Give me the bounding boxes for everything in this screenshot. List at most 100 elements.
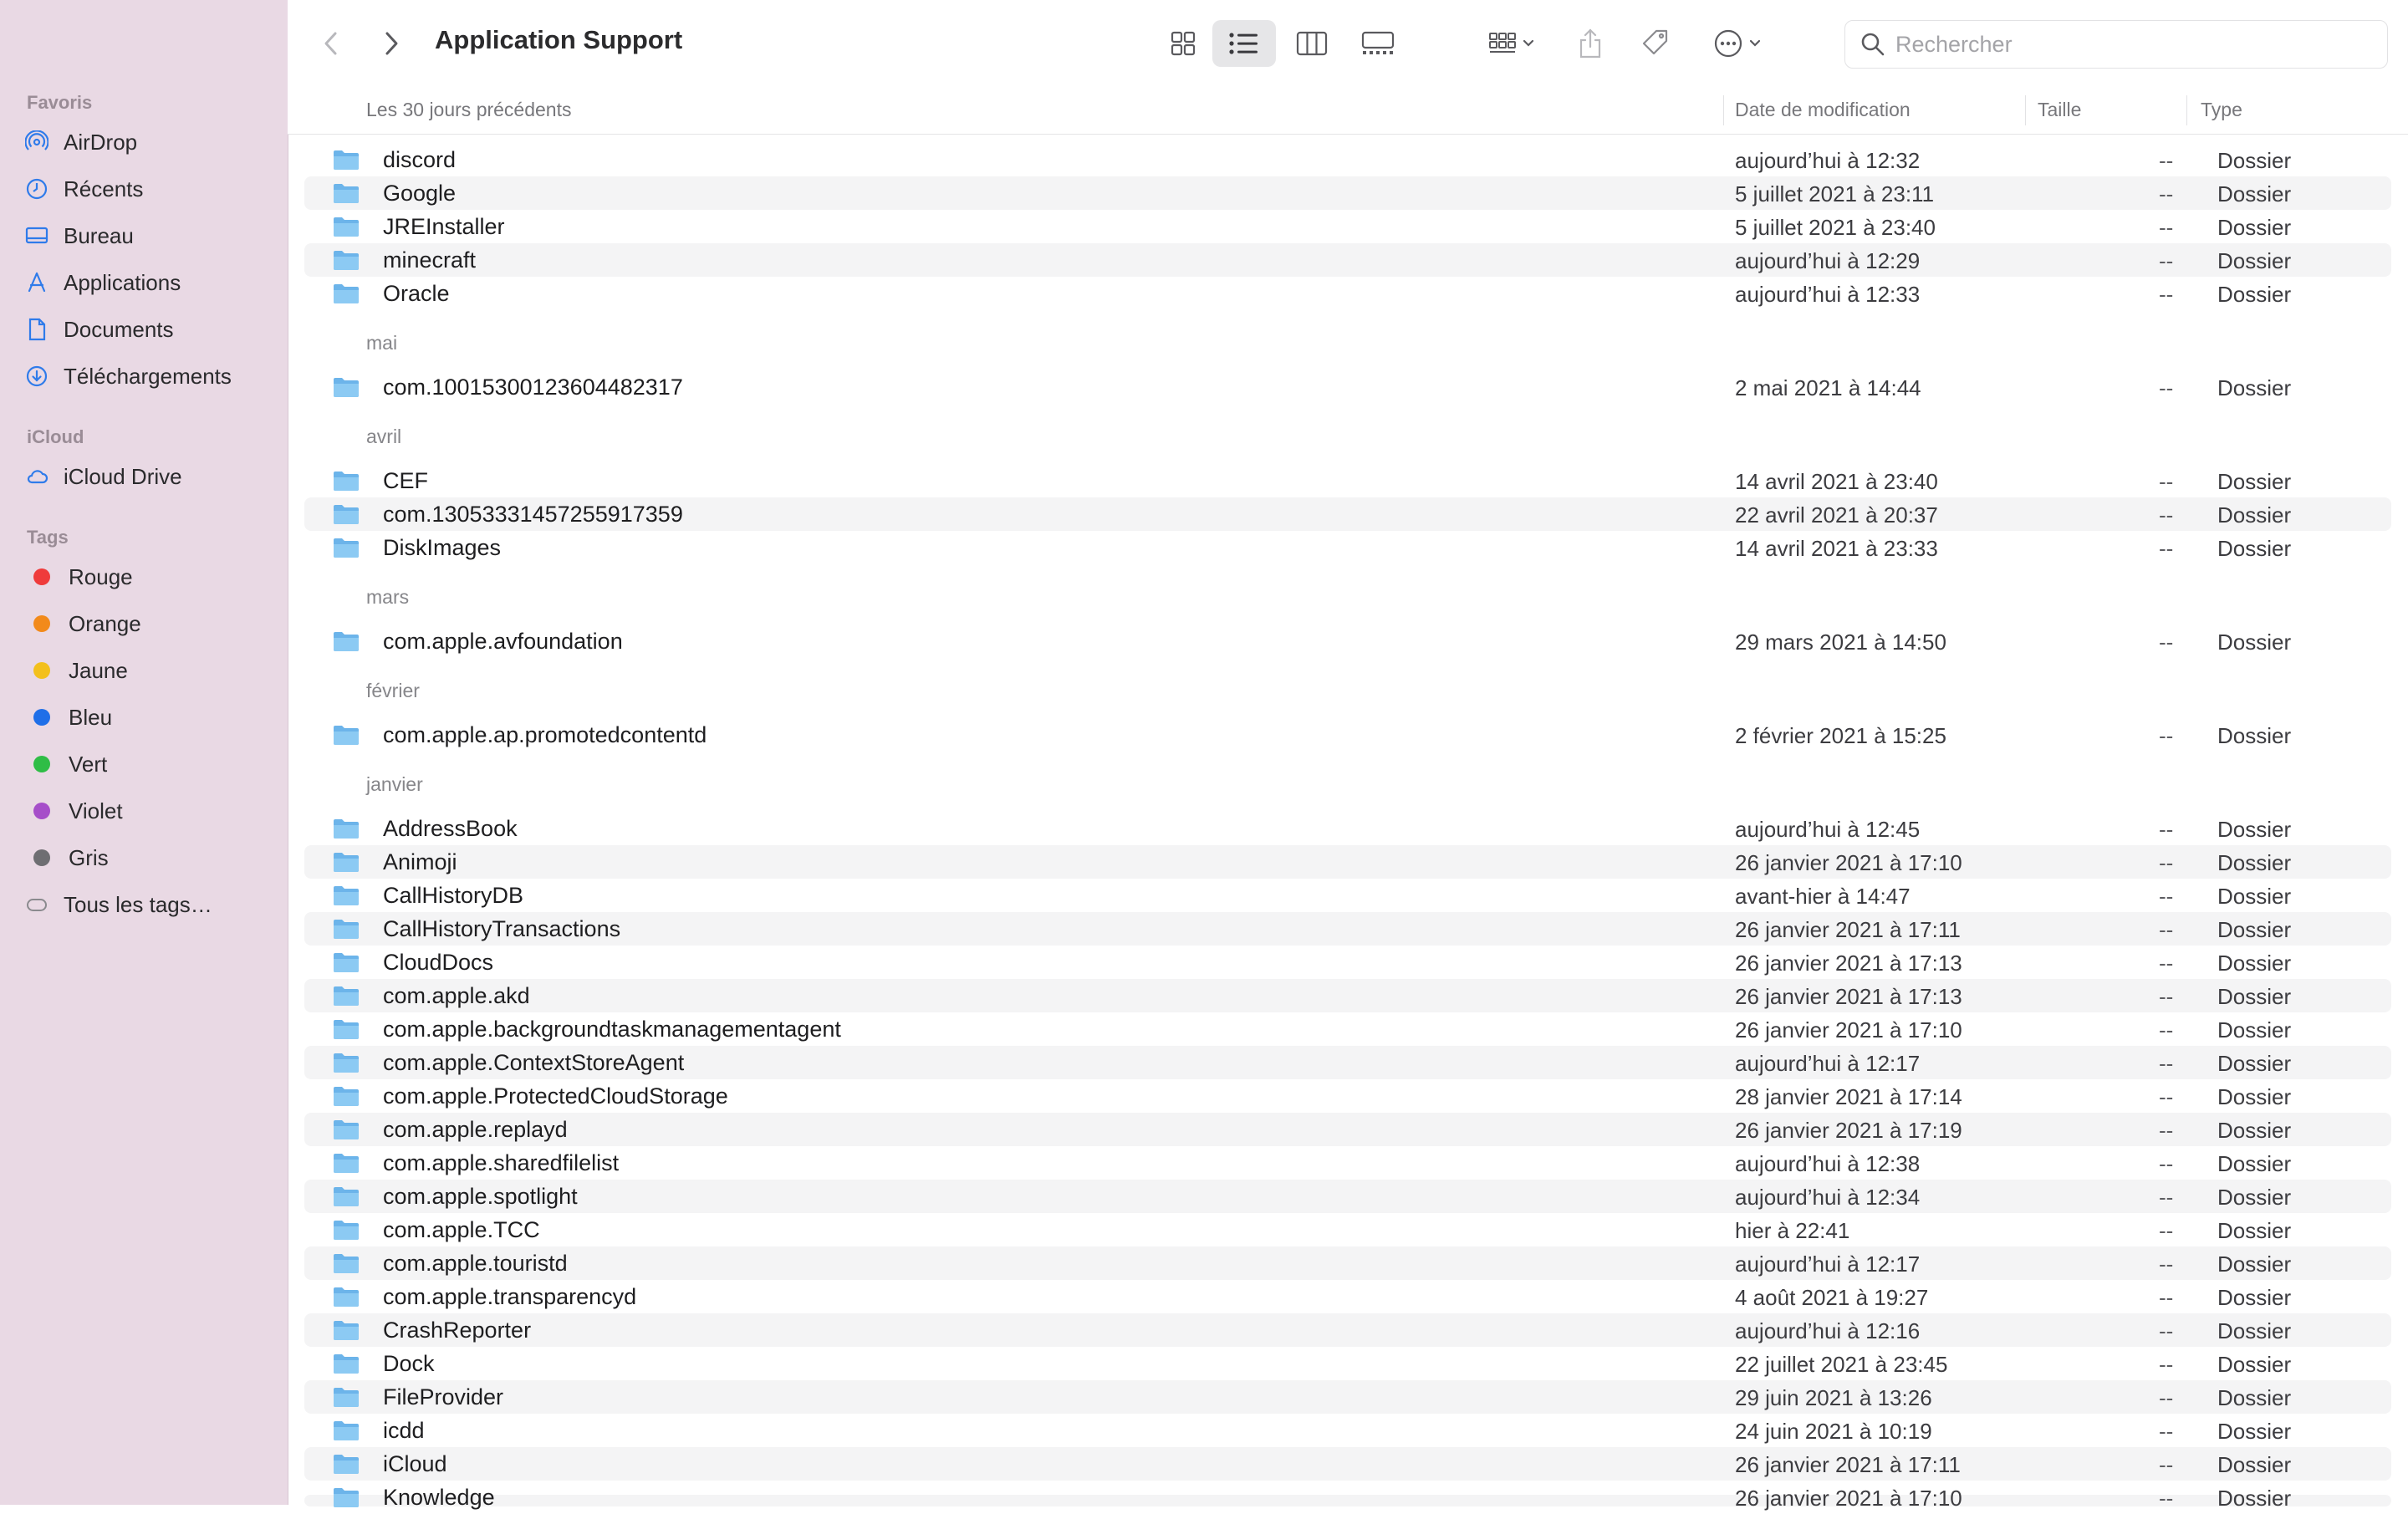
- sidebar-item-telechargements[interactable]: Téléchargements: [25, 356, 276, 396]
- sidebar-item-airdrop[interactable]: AirDrop: [25, 122, 276, 162]
- sidebar-item-tag-jaune[interactable]: Jaune: [25, 650, 276, 691]
- more-actions-button[interactable]: [1706, 22, 1769, 65]
- table-row[interactable]: com.apple.sharedfilelist aujourd’hui à 12…: [304, 1146, 2391, 1180]
- file-size: --: [2159, 723, 2174, 748]
- file-size: --: [2159, 850, 2174, 875]
- file-size: --: [2159, 1452, 2174, 1477]
- back-button[interactable]: [314, 25, 348, 62]
- sidebar-item-label: Vert: [69, 751, 108, 777]
- folder-icon: [333, 951, 360, 973]
- search-input[interactable]: [1894, 30, 2365, 59]
- sidebar-item-tag-vert[interactable]: Vert: [25, 744, 276, 784]
- sidebar: Favoris AirDrop Récents Bureau Applicati…: [0, 0, 288, 1505]
- tag-button[interactable]: [1635, 22, 1676, 65]
- column-date-header[interactable]: Date de modification: [1735, 99, 1911, 121]
- column-type-header[interactable]: Type: [2201, 99, 2242, 121]
- file-name: CEF: [383, 468, 428, 493]
- table-row[interactable]: AddressBook aujourd’hui à 12:45 -- Dossier: [304, 812, 2391, 845]
- modified-date: 28 janvier 2021 à 17:14: [1735, 1084, 1962, 1109]
- view-icons-button[interactable]: [1163, 22, 1203, 65]
- table-row[interactable]: com.apple.replayd 26 janvier 2021 à 17:19…: [304, 1113, 2391, 1146]
- table-row[interactable]: Animoji 26 janvier 2021 à 17:10 -- Dossier: [304, 845, 2391, 879]
- modified-date: 29 juin 2021 à 13:26: [1735, 1385, 1932, 1410]
- table-row[interactable]: com.13053331457255917359 22 avril 2021 à …: [304, 497, 2391, 531]
- table-row[interactable]: com.apple.touristd aujourd’hui à 12:17 -- D…: [304, 1246, 2391, 1280]
- file-list: discord aujourd’hui à 12:32 -- Dossier Googl…: [288, 135, 2408, 1511]
- file-size: --: [2159, 469, 2174, 494]
- modified-date: 26 janvier 2021 à 17:10: [1735, 1486, 1962, 1511]
- file-size: --: [2159, 917, 2174, 942]
- sidebar-item-applications[interactable]: Applications: [25, 263, 276, 303]
- sidebar-item-all-tags[interactable]: Tous les tags…: [25, 884, 276, 925]
- sidebar-item-icloud-drive[interactable]: iCloud Drive: [25, 456, 276, 497]
- forward-button[interactable]: [375, 25, 408, 62]
- view-gallery-button[interactable]: [1354, 22, 1401, 65]
- table-row[interactable]: CallHistoryDB avant-hier à 14:47 -- Dossier: [304, 879, 2391, 912]
- sidebar-item-tag-rouge[interactable]: Rouge: [25, 557, 276, 597]
- column-size-header[interactable]: Taille: [2038, 99, 2081, 121]
- table-row[interactable]: Oracle aujourd’hui à 12:33 -- Dossier: [304, 277, 2391, 310]
- sidebar-item-recents[interactable]: Récents: [25, 169, 276, 209]
- modified-date: 2 mai 2021 à 14:44: [1735, 375, 1921, 400]
- file-type: Dossier: [2217, 1118, 2292, 1143]
- table-row[interactable]: com.10015300123604482317 2 mai 2021 à 14:…: [304, 370, 2391, 404]
- file-size: --: [2159, 248, 2174, 273]
- table-row[interactable]: Dock 22 juillet 2021 à 23:45 -- Dossier: [304, 1347, 2391, 1380]
- file-name: FileProvider: [383, 1384, 504, 1409]
- sidebar-item-bureau[interactable]: Bureau: [25, 216, 276, 256]
- table-row[interactable]: CloudDocs 26 janvier 2021 à 17:13 -- Dossie…: [304, 946, 2391, 979]
- table-row[interactable]: com.apple.avfoundation 29 mars 2021 à 14:…: [304, 624, 2391, 658]
- document-icon: [25, 318, 48, 341]
- sidebar-item-tag-orange[interactable]: Orange: [25, 604, 276, 644]
- file-name: AddressBook: [383, 816, 518, 841]
- column-divider[interactable]: [1723, 95, 1724, 125]
- table-row[interactable]: com.apple.spotlight aujourd’hui à 12:34 --…: [304, 1180, 2391, 1213]
- file-name: com.apple.spotlight: [383, 1184, 578, 1209]
- search-field[interactable]: [1844, 20, 2388, 69]
- table-row[interactable]: discord aujourd’hui à 12:32 -- Dossier: [304, 143, 2391, 176]
- table-row[interactable]: CallHistoryTransactions 26 janvier 2021 à…: [304, 912, 2391, 946]
- column-divider[interactable]: [2186, 95, 2187, 125]
- table-row[interactable]: Knowledge 26 janvier 2021 à 17:10 -- Dossie…: [304, 1481, 2391, 1514]
- group-by-button[interactable]: [1480, 22, 1543, 65]
- table-row[interactable]: CEF 14 avril 2021 à 23:40 -- Dossier: [304, 464, 2391, 497]
- sidebar-item-label: Tous les tags…: [64, 891, 212, 917]
- table-row[interactable]: com.apple.backgroundtaskmanagementagent 2…: [304, 1012, 2391, 1046]
- sidebar-item-documents[interactable]: Documents: [25, 309, 276, 349]
- column-name-header[interactable]: Les 30 jours précédents: [366, 99, 572, 121]
- table-row[interactable]: com.apple.transparencyd 4 août 2021 à 19:…: [304, 1280, 2391, 1313]
- file-type: Dossier: [2217, 984, 2292, 1009]
- table-row[interactable]: com.apple.akd 26 janvier 2021 à 17:13 -- Do…: [304, 979, 2391, 1012]
- modified-date: aujourd’hui à 12:38: [1735, 1151, 1921, 1176]
- group-label: mai: [366, 332, 398, 354]
- table-row[interactable]: icdd 24 juin 2021 à 10:19 -- Dossier: [304, 1414, 2391, 1447]
- sidebar-section-tags: Tags: [27, 527, 69, 548]
- table-row[interactable]: DiskImages 14 avril 2021 à 23:33 -- Dossier: [304, 531, 2391, 564]
- folder-icon: [333, 1286, 360, 1308]
- table-row[interactable]: JREInstaller 5 juillet 2021 à 23:40 -- Doss…: [304, 210, 2391, 243]
- table-row[interactable]: FileProvider 29 juin 2021 à 13:26 -- Dossie…: [304, 1380, 2391, 1414]
- table-row[interactable]: Google 5 juillet 2021 à 23:11 -- Dossier: [304, 176, 2391, 210]
- folder-icon: [333, 1052, 360, 1073]
- view-list-button[interactable]: [1212, 20, 1276, 67]
- table-row[interactable]: iCloud 26 janvier 2021 à 17:11 -- Dossier: [304, 1447, 2391, 1481]
- modified-date: 26 janvier 2021 à 17:11: [1735, 1452, 1961, 1477]
- table-row[interactable]: minecraft aujourd’hui à 12:29 -- Dossier: [304, 243, 2391, 277]
- file-size: --: [2159, 1285, 2174, 1310]
- table-row[interactable]: com.apple.ContextStoreAgent aujourd’hui à…: [304, 1046, 2391, 1079]
- table-row[interactable]: com.apple.TCC hier à 22:41 -- Dossier: [304, 1213, 2391, 1246]
- share-button[interactable]: [1572, 20, 1609, 67]
- sidebar-item-tag-violet[interactable]: Violet: [25, 791, 276, 831]
- tag-color-dot: [33, 615, 50, 632]
- sidebar-item-tag-bleu[interactable]: Bleu: [25, 697, 276, 737]
- file-type: Dossier: [2217, 723, 2292, 748]
- table-row[interactable]: CrashReporter aujourd’hui à 12:16 -- Dossie…: [304, 1313, 2391, 1347]
- view-columns-button[interactable]: [1290, 22, 1334, 65]
- sidebar-item-tag-gris[interactable]: Gris: [25, 838, 276, 878]
- table-row[interactable]: com.apple.ap.promotedcontentd 2 février 2…: [304, 718, 2391, 752]
- table-row[interactable]: com.apple.ProtectedCloudStorage 28 janvie…: [304, 1079, 2391, 1113]
- file-type: Dossier: [2217, 282, 2292, 307]
- file-size: --: [2159, 1051, 2174, 1076]
- column-divider[interactable]: [2025, 95, 2026, 125]
- folder-icon: [333, 918, 360, 940]
